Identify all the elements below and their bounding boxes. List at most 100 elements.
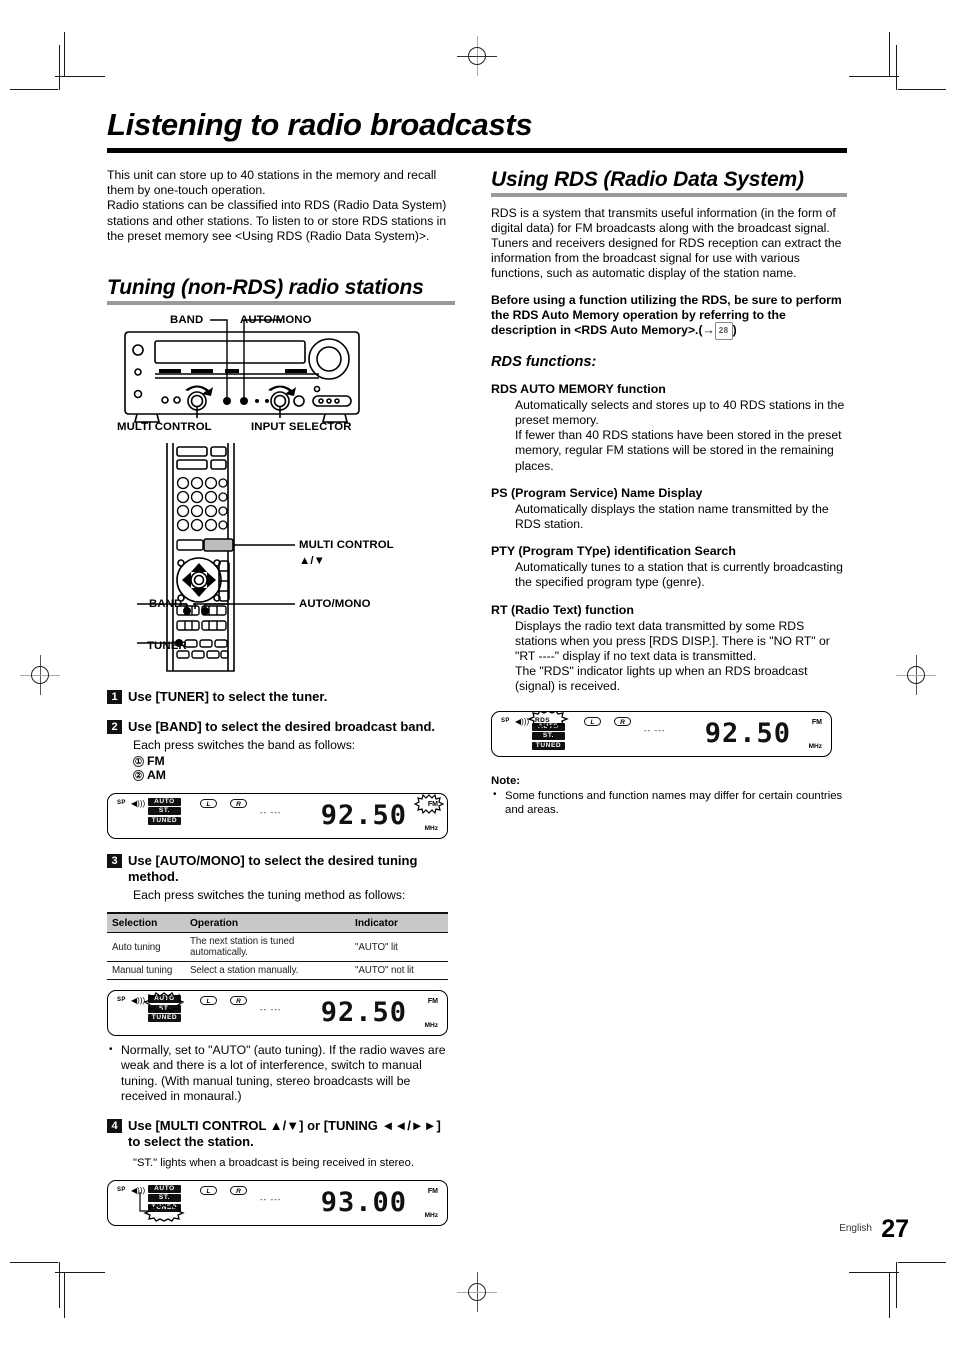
level-dashes: -- ---: [260, 1194, 282, 1204]
option-label-am: AM: [147, 768, 166, 783]
manual-page: Listening to radio broadcasts This unit …: [0, 0, 954, 1350]
indicator-st: ST.: [532, 732, 565, 741]
auto-tuning-note: Normally, set to "AUTO" (auto tuning). I…: [107, 1042, 455, 1104]
footer-language: English: [839, 1223, 872, 1234]
display-station-tuned: SP ◀))) AUTO ST. TUNED L R -- --- 93.00 …: [107, 1179, 448, 1226]
frequency-readout: 93.00: [320, 1186, 407, 1218]
step-1-number: 1: [107, 689, 122, 704]
table-header-selection: Selection: [107, 912, 185, 934]
channel-indicator-r: R: [614, 716, 631, 726]
step-3-number: 3: [107, 853, 122, 868]
indicator-tuned: TUNED: [532, 741, 565, 750]
rds-function-ps-name: PS (Program Service) Name Display Automa…: [491, 486, 847, 532]
step-4-title: Use [MULTI CONTROL ▲/▼] or [TUNING ◄◄/►►…: [128, 1117, 441, 1149]
level-dashes: -- ---: [260, 1005, 282, 1015]
indicator-st: ST.: [148, 807, 181, 816]
function-name: PS (Program Service) Name Display: [491, 485, 703, 500]
indicator-stack: AUTO ST. TUNED: [148, 797, 188, 827]
indicator-st: ST.: [148, 1004, 181, 1013]
rds-bold-note-text: Before using a function utilizing the RD…: [491, 292, 842, 338]
footer-page-number: 27: [881, 1215, 909, 1243]
indicator-auto: AUTO: [532, 722, 565, 731]
cell-operation-manual: Select a station manually.: [185, 961, 350, 981]
intro-line-2: Radio stations can be classified into RD…: [107, 198, 447, 243]
indicator-tuned: TUNED: [148, 816, 181, 825]
function-body: Automatically tunes to a station that is…: [515, 560, 843, 590]
indicator-stack: AUTO ST. TUNED: [148, 995, 188, 1024]
unit-indicator-mhz: MHz: [424, 1022, 438, 1030]
channel-indicator-l: L: [200, 996, 217, 1006]
speaker-icon: ◀))): [131, 996, 146, 1006]
intro-paragraphs: This unit can store up to 40 stations in…: [107, 168, 455, 244]
right-column: Using RDS (Radio Data System) RDS is a s…: [491, 168, 847, 817]
indicator-tuned: TUNED: [148, 1014, 181, 1023]
cell-operation-auto: The next station is tuned automatically.: [185, 932, 350, 963]
cell-indicator-manual: "AUTO" not lit: [350, 961, 448, 981]
remote-body-svg: [137, 442, 295, 672]
table-row: Manual tuning Select a station manually.…: [107, 961, 448, 981]
channel-indicator-r: R: [230, 1185, 247, 1195]
crop-mark-top-left-inner: [55, 32, 105, 92]
option-marker-2: ②: [133, 770, 144, 782]
rds-bold-note-suffix: ): [732, 323, 737, 338]
registration-mark-right: [896, 655, 936, 695]
indicator-stack: AUTO ST. TUNED: [148, 1184, 188, 1214]
level-dashes: -- ---: [644, 725, 666, 735]
sp-label: SP: [117, 997, 126, 1004]
rds-function-auto-memory: RDS AUTO MEMORY function Automatically s…: [491, 382, 847, 474]
receiver-front-panel-svg: [124, 318, 360, 423]
sp-label: SP: [117, 1186, 126, 1193]
frequency-readout: 92.50: [320, 799, 407, 831]
frequency-readout: 92.50: [704, 717, 791, 749]
registration-mark-bottom: [457, 1272, 497, 1312]
speaker-icon: ◀))): [515, 716, 530, 726]
intro-line-1: This unit can store up to 40 stations in…: [107, 168, 437, 198]
crop-mark-top-right-inner: [849, 32, 899, 92]
rds-functions-heading: RDS functions:: [491, 353, 597, 370]
step-1: 1 Use [TUNER] to select the tuner.: [107, 689, 455, 705]
step-1-title: Use [TUNER] to select the tuner.: [128, 688, 328, 704]
note-label: Note:: [491, 774, 521, 787]
step-2-options: ① FM ② AM: [133, 754, 455, 783]
step-2-subtext: Each press switches the band as follows:: [133, 737, 356, 752]
chapter-title-rule: [107, 148, 847, 153]
tuned-leader-line: [139, 1191, 151, 1212]
channel-indicator-l: L: [200, 1185, 217, 1195]
registration-mark-left: [20, 655, 60, 695]
table-header-operation: Operation: [185, 912, 350, 934]
channel-indicator-r: R: [230, 996, 247, 1006]
table-header-row: Selection Operation Indicator: [107, 912, 448, 934]
step-4-caption: "ST." lights when a broadcast is being r…: [133, 1156, 414, 1169]
table-header-indicator: Indicator: [350, 912, 448, 934]
rds-bold-note: Before using a function utilizing the RD…: [491, 293, 847, 341]
rds-intro-paragraph: RDS is a system that transmits useful in…: [491, 205, 842, 281]
left-column: This unit can store up to 40 stations in…: [107, 168, 455, 1226]
band-indicator-fm: FM: [427, 1187, 438, 1195]
function-name: PTY (Program TYpe) identification Search: [491, 544, 736, 559]
indicator-auto: AUTO: [148, 797, 181, 806]
note-block: Note: Some functions and function names …: [491, 775, 847, 818]
sp-label: SP: [117, 799, 126, 806]
unit-indicator-mhz: MHz: [808, 742, 822, 750]
step-2: 2 Use [BAND] to select the desired broad…: [107, 719, 455, 783]
option-label-fm: FM: [147, 753, 165, 768]
display-band-fm: SP ◀))) AUTO ST. TUNED L R -- --- 92.50 …: [107, 792, 448, 839]
unit-indicator-mhz: MHz: [424, 1211, 438, 1219]
level-dashes: -- ---: [260, 807, 282, 817]
band-option-am: ② AM: [133, 768, 455, 783]
step-2-number: 2: [107, 719, 122, 734]
function-body: Displays the radio text data transmitted…: [515, 618, 830, 694]
cell-selection-manual: Manual tuning: [107, 961, 185, 981]
step-3-subtext: Each press switches the tuning method as…: [133, 887, 406, 902]
frequency-readout: 92.50: [320, 997, 407, 1029]
page-reference-badge: 28: [714, 322, 733, 340]
function-name: RT (Radio Text) function: [491, 602, 634, 617]
function-body: Automatically displays the station name …: [515, 501, 829, 531]
step-2-title: Use [BAND] to select the desired broadca…: [128, 718, 436, 734]
rds-function-radio-text: RT (Radio Text) function Displays the ra…: [491, 603, 847, 695]
table-row: Auto tuning The next station is tuned au…: [107, 932, 448, 963]
cell-selection-auto: Auto tuning: [107, 932, 185, 963]
band-indicator-fm: FM: [427, 800, 438, 808]
band-option-fm: ① FM: [133, 754, 455, 769]
step-4-number: 4: [107, 1118, 122, 1133]
